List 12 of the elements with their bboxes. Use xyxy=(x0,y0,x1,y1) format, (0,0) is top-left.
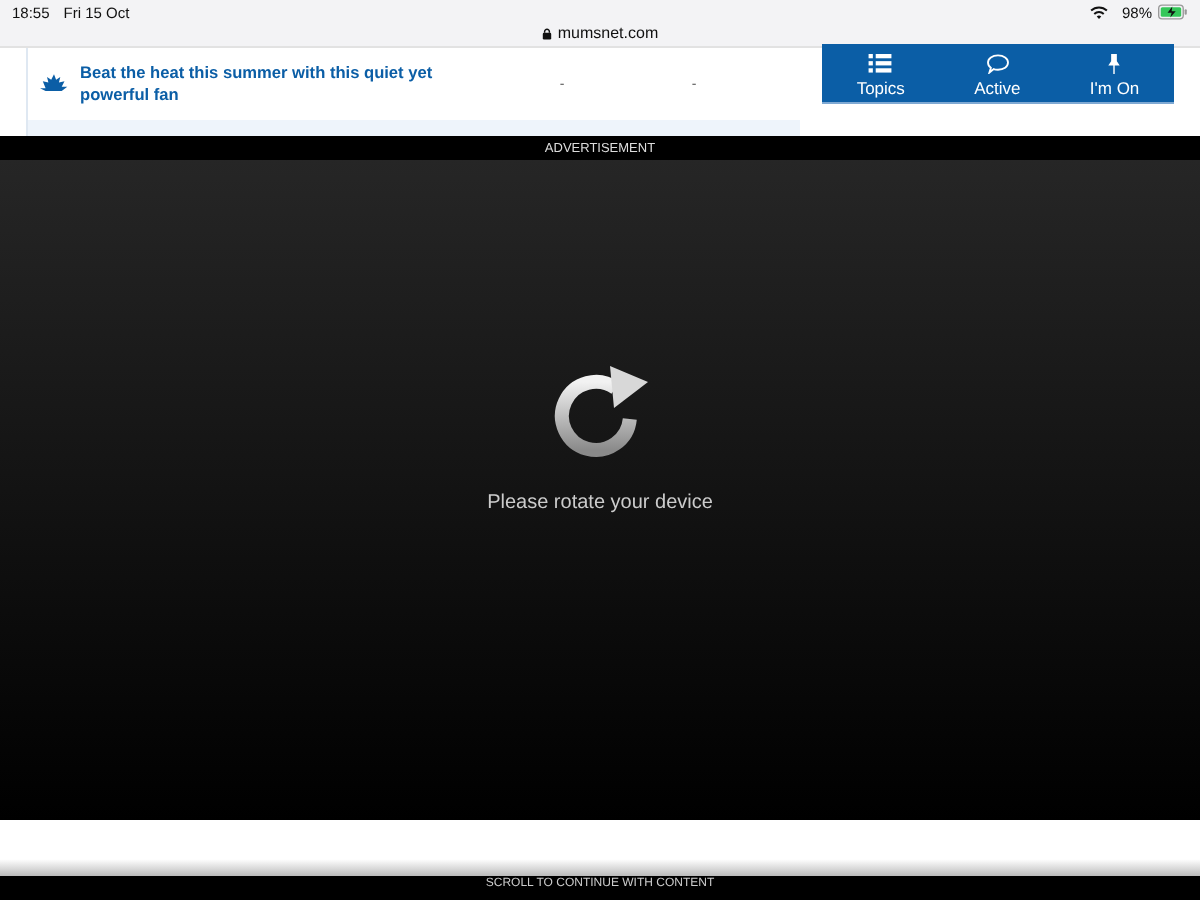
speech-bubble-icon xyxy=(985,54,1010,74)
list-icon xyxy=(868,54,893,74)
thread-title[interactable]: Beat the heat this summer with this quiet yet powerful fan xyxy=(80,62,490,106)
rotate-message: Please rotate your device xyxy=(487,492,713,514)
nav-tab[interactable]: Active xyxy=(974,44,1021,102)
nav-tab[interactable]: Topics xyxy=(856,44,905,102)
wifi-icon xyxy=(1089,5,1108,19)
rotate-icon xyxy=(554,366,648,457)
address-url[interactable]: mumsnet.com xyxy=(557,24,659,42)
lock-icon xyxy=(541,27,552,39)
nav-tab[interactable]: I'm On xyxy=(1089,44,1140,102)
leaf-icon xyxy=(40,74,68,94)
